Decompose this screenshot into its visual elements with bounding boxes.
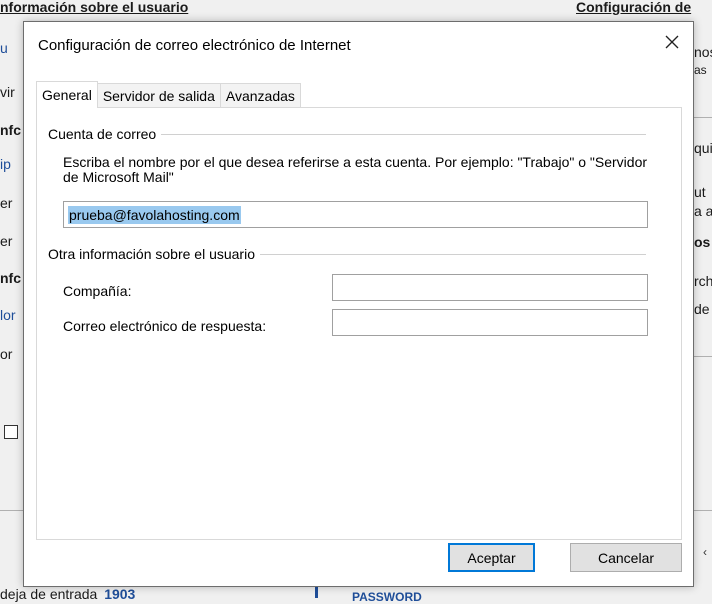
background-fragment: os <box>694 234 711 250</box>
background-fragment: u <box>0 40 8 56</box>
background-divider <box>694 510 712 511</box>
background-inbox-text: deja de entrada <box>0 586 98 602</box>
tab-outgoing-server[interactable]: Servidor de salida <box>96 83 221 107</box>
tab-panel-general: Cuenta de correo Escriba el nombre por e… <box>36 107 682 540</box>
email-settings-dialog: Configuración de correo electrónico de I… <box>23 21 694 587</box>
background-fragment: de <box>694 301 710 317</box>
dialog-title: Configuración de correo electrónico de I… <box>38 37 351 54</box>
close-icon <box>665 35 679 49</box>
cancel-button[interactable]: Cancelar <box>570 543 682 572</box>
account-group-label: Cuenta de correo <box>48 126 157 142</box>
account-name-value: prueba@favolahosting.com <box>68 205 241 224</box>
background-inbox-label: deja de entrada 1903 <box>0 586 230 602</box>
reply-email-label: Correo electrónico de respuesta: <box>63 318 267 334</box>
background-fragment: ip <box>0 156 11 172</box>
background-fragment: nfc <box>0 270 21 286</box>
reply-email-input[interactable] <box>332 309 648 336</box>
company-label: Compañía: <box>63 283 132 299</box>
tab-strip: General Servidor de salida Avanzadas <box>36 81 301 108</box>
tab-general[interactable]: General <box>36 81 98 108</box>
company-input[interactable] <box>332 274 648 301</box>
account-description: Escriba el nombre por el que desea refer… <box>63 154 648 185</box>
background-fragment: vir <box>0 84 15 100</box>
close-button[interactable] <box>657 28 687 56</box>
background-fragment: a a <box>694 203 712 219</box>
background-divider <box>0 510 23 511</box>
background-fragment: as <box>694 63 707 77</box>
background-fragment: nfc <box>0 122 21 138</box>
background-right-panel <box>692 0 712 598</box>
chevron-left-icon[interactable]: ‹ <box>703 545 707 559</box>
ok-button[interactable]: Aceptar <box>448 543 535 572</box>
background-divider <box>694 117 712 118</box>
background-password-label: PASSWORD <box>352 590 422 604</box>
background-fragment: er <box>0 195 13 211</box>
group-divider <box>161 133 646 135</box>
account-group-header: Cuenta de correo <box>48 126 646 142</box>
background-divider <box>694 356 712 357</box>
background-left-title: nformación sobre el usuario <box>0 0 189 15</box>
background-fragment: qui <box>694 140 712 156</box>
tab-advanced[interactable]: Avanzadas <box>219 83 301 107</box>
background-fragment: lor <box>0 307 16 323</box>
other-info-group-label: Otra información sobre el usuario <box>48 246 255 262</box>
background-fragment: or <box>0 346 13 362</box>
background-fragment: er <box>0 233 13 249</box>
other-info-group-header: Otra información sobre el usuario <box>48 246 646 262</box>
background-fragment: rch <box>694 273 712 289</box>
background-fragment: nos <box>694 44 712 60</box>
account-name-input[interactable]: prueba@favolahosting.com <box>63 201 648 228</box>
background-checkbox[interactable] <box>4 425 18 439</box>
background-inbox-count: 1903 <box>104 586 136 602</box>
group-divider <box>260 253 646 255</box>
background-fragment: ut <box>694 184 706 200</box>
